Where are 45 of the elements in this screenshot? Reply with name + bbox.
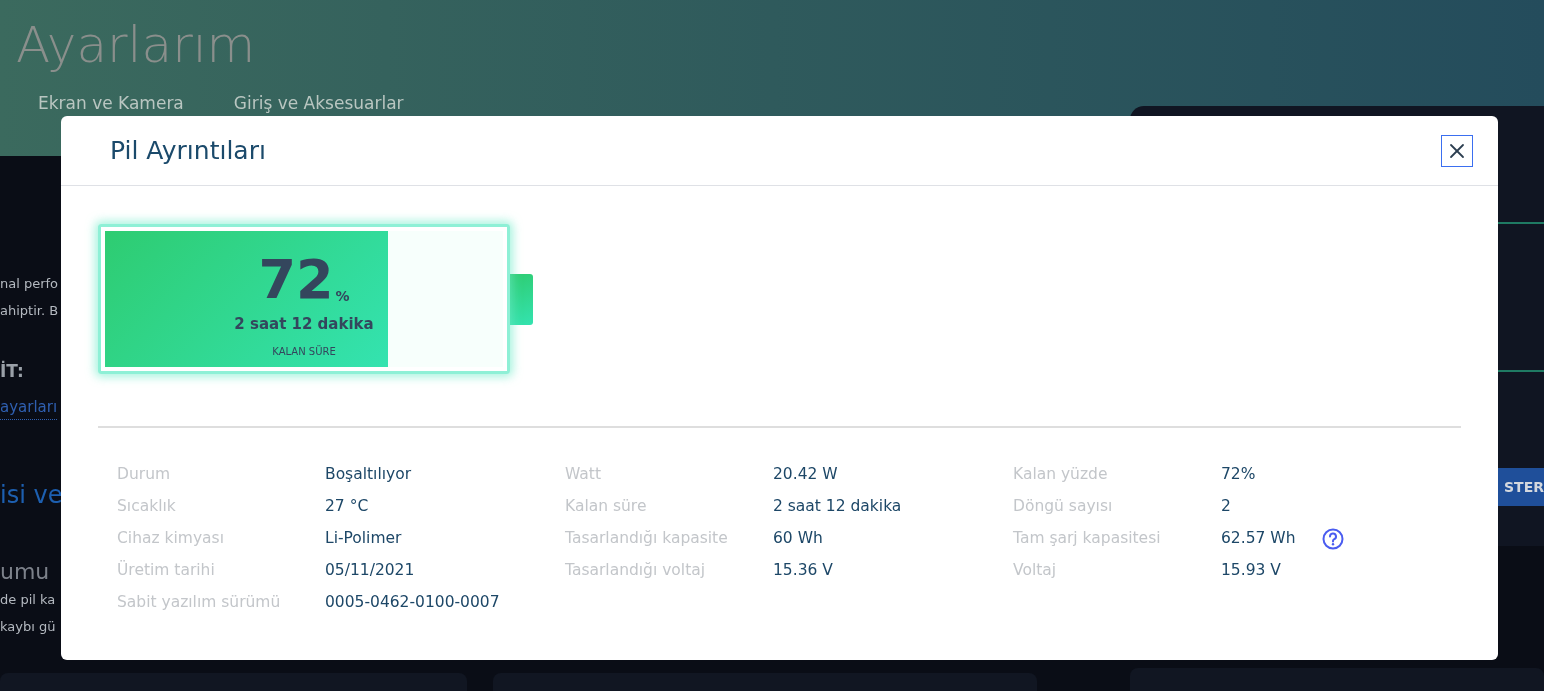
detail-label: Döngü sayısı [1013, 496, 1114, 518]
detail-label: Tasarlandığı voltaj [565, 560, 707, 582]
remaining-caption: KALAN SÜRE [272, 344, 336, 359]
detail-label: Kalan yüzde [1013, 464, 1109, 486]
detail-label: Sıcaklık [117, 496, 177, 518]
detail-value: 60 Wh [773, 528, 823, 550]
detail-label: Watt [565, 464, 602, 486]
detail-value: 27 °C [325, 496, 369, 518]
detail-value: 62.57 Wh [1221, 528, 1296, 550]
detail-value: 2 [1221, 496, 1231, 518]
battery-percent: 72 [258, 253, 334, 308]
paragraph-text: de pil ka [0, 591, 57, 609]
detail-value: 05/11/2021 [325, 560, 415, 582]
detail-value: 20.42 W [773, 464, 838, 486]
section-heading: isi ve [0, 480, 62, 510]
settings-link[interactable]: ayarları [0, 395, 58, 420]
battery-terminal [508, 273, 533, 325]
detail-value: 15.36 V [773, 560, 833, 582]
paragraph-text: kaybı gü [0, 618, 57, 636]
section-subtitle: umu [0, 558, 51, 586]
help-icon[interactable] [1322, 528, 1345, 550]
detail-label: Üretim tarihi [117, 559, 216, 582]
detail-label: Tam şarj kapasitesi [1013, 528, 1162, 550]
paragraph-text: ahiptir. B [0, 302, 60, 320]
detail-value: 15.93 V [1221, 560, 1281, 582]
detail-label: Tasarlandığı kapasite [565, 528, 729, 550]
detail-label: Voltaj [1013, 560, 1058, 582]
tab[interactable]: Ekran ve Kamera [38, 92, 184, 114]
percent-unit: % [335, 289, 350, 304]
detail-value: 72% [1221, 464, 1256, 486]
detail-value: 2 saat 12 dakika [773, 496, 902, 518]
close-button[interactable] [1441, 134, 1473, 167]
section-label: İT: [0, 359, 25, 383]
detail-label: Cihaz kimyası [117, 528, 225, 550]
tab[interactable]: Giriş ve Aksesuarlar [233, 92, 404, 114]
detail-label: Sabit yazılım sürümü [117, 592, 282, 614]
remaining-time: 2 saat 12 dakika [234, 314, 374, 336]
page-title: Ayarlarım [16, 15, 256, 76]
detail-label: Kalan süre [565, 496, 648, 518]
detail-value: 0005-0462-0100-0007 [325, 592, 500, 614]
detail-value: Li-Polimer [325, 528, 402, 550]
detail-value: Boşaltılıyor [325, 464, 412, 486]
dialog-title: Pil Ayrıntıları [110, 134, 266, 167]
detail-label: Durum [117, 464, 172, 486]
paragraph-text: nal perfo [0, 275, 60, 293]
